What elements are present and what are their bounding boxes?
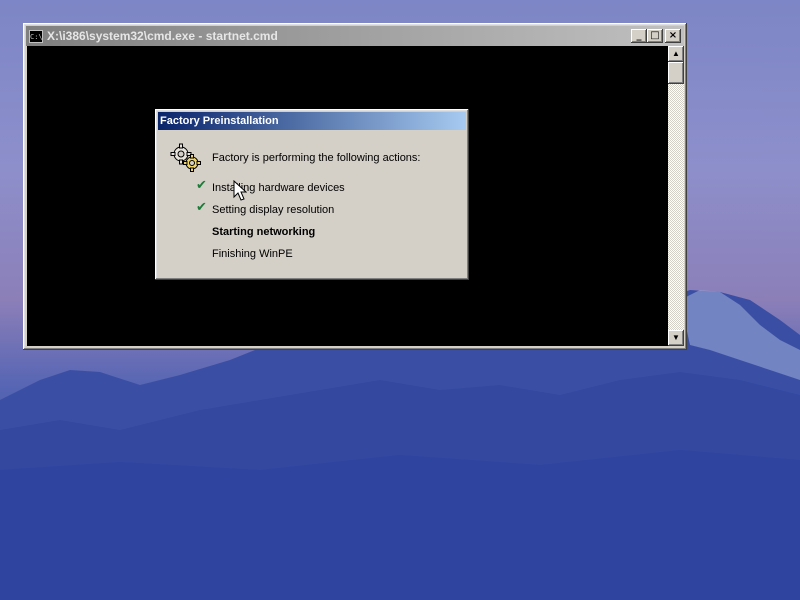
check-icon: ✔ bbox=[196, 200, 207, 215]
gears-icon bbox=[170, 143, 201, 172]
vertical-scrollbar[interactable]: ▲ ▼ bbox=[668, 46, 684, 346]
scroll-thumb[interactable] bbox=[668, 62, 684, 84]
minimize-button[interactable]: _ bbox=[631, 29, 647, 43]
window-controls: _ □ × bbox=[631, 29, 681, 43]
step-display-resolution: Setting display resolution bbox=[212, 204, 335, 216]
cmd-window-title: X:\i386\system32\cmd.exe - startnet.cmd bbox=[47, 29, 278, 43]
scroll-up-button[interactable]: ▲ bbox=[668, 46, 684, 62]
dialog-heading: Factory is performing the following acti… bbox=[212, 152, 421, 164]
close-button[interactable]: × bbox=[665, 29, 681, 43]
factory-preinstallation-dialog[interactable]: Factory Preinstallation Factory is perfo… bbox=[155, 109, 469, 280]
mouse-cursor-icon bbox=[233, 180, 247, 201]
step-starting-networking: Starting networking bbox=[212, 226, 316, 238]
step-installing-hardware: Installing hardware devices bbox=[212, 182, 345, 194]
cmd-titlebar[interactable]: C:\ X:\i386\system32\cmd.exe - startnet.… bbox=[26, 26, 684, 46]
step-finishing-winpe: Finishing WinPE bbox=[212, 248, 293, 260]
check-icon: ✔ bbox=[196, 178, 207, 193]
dialog-title[interactable]: Factory Preinstallation bbox=[158, 112, 466, 130]
scroll-down-button[interactable]: ▼ bbox=[668, 330, 684, 346]
cmd-icon: C:\ bbox=[29, 29, 43, 43]
maximize-button[interactable]: □ bbox=[647, 29, 663, 43]
